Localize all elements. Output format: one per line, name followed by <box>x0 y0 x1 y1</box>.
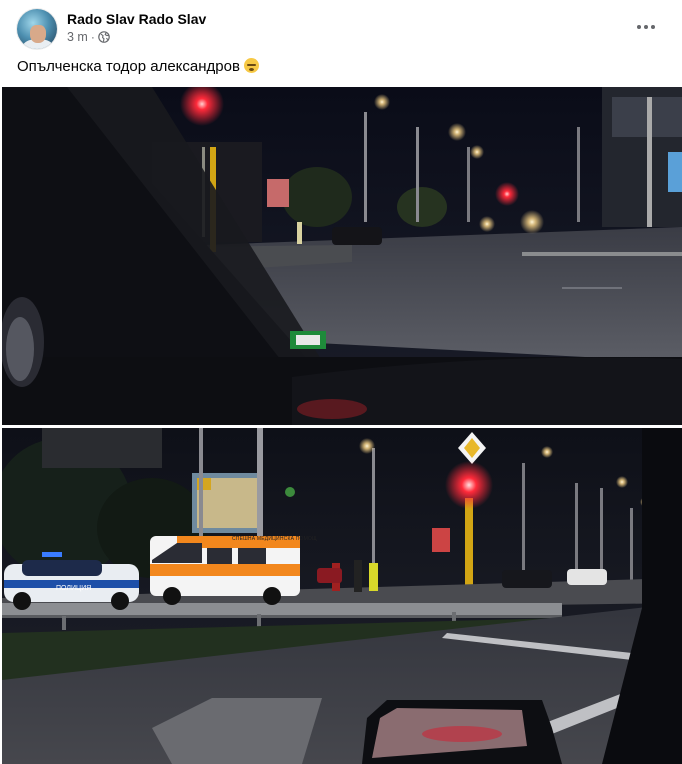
police-label: ПОЛИЦИЯ <box>56 585 92 592</box>
author-name[interactable]: Rado Slav Rado Slav <box>67 11 206 27</box>
post-meta: 3 m · <box>67 30 110 44</box>
accident-scene-photo[interactable]: СПЕШНА МЕДИЦИНСКА ПОМОЩ ПОЛИЦИЯ <box>2 428 682 764</box>
post-header: Rado Slav Rado Slav 3 m · <box>0 0 682 56</box>
more-options-icon[interactable] <box>628 14 664 40</box>
night-intersection-from-car-photo[interactable] <box>2 87 682 425</box>
meta-separator: · <box>90 30 95 44</box>
post-time[interactable]: 3 m <box>67 30 88 44</box>
caption-text: Опълченска тодор александров <box>17 58 240 75</box>
post-caption: Опълченска тодор александров <box>17 58 259 75</box>
globe-icon[interactable] <box>98 31 110 43</box>
ambulance-label: СПЕШНА МЕДИЦИНСКА ПОМОЩ <box>232 536 317 542</box>
author-avatar[interactable] <box>17 9 57 49</box>
sad-face-emoji <box>243 58 259 73</box>
